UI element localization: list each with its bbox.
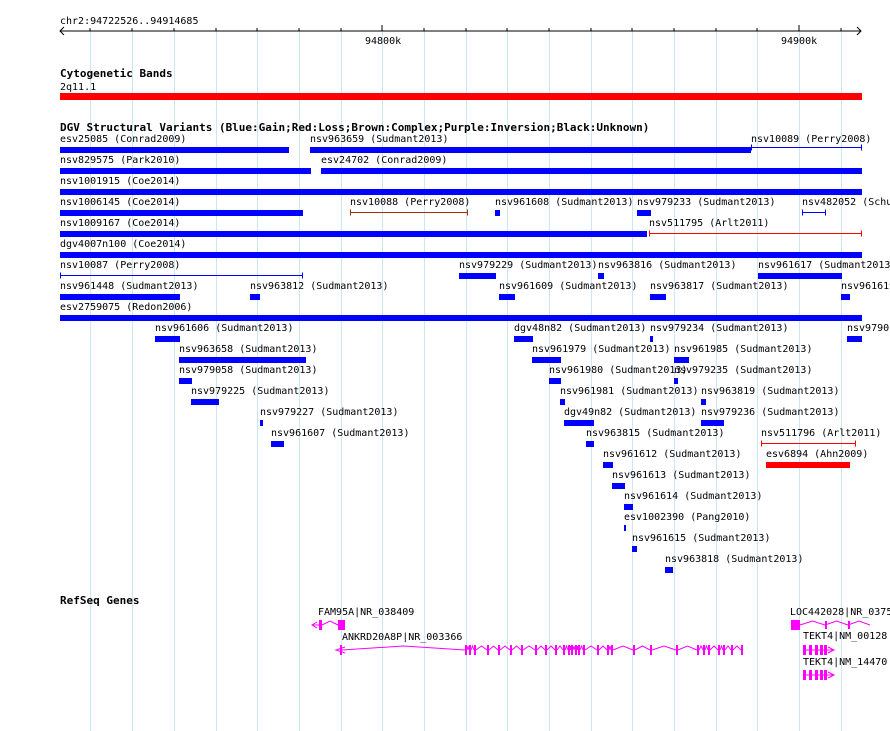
- refseq-gene-models: [311, 620, 871, 680]
- gene-model[interactable]: [803, 645, 836, 655]
- gene-model[interactable]: [791, 620, 871, 630]
- gene-model[interactable]: [334, 644, 743, 655]
- gene-model[interactable]: [803, 670, 836, 680]
- genome-browser-panel: chr2:94722526..94914685 94800k 94900k Cy…: [0, 0, 890, 731]
